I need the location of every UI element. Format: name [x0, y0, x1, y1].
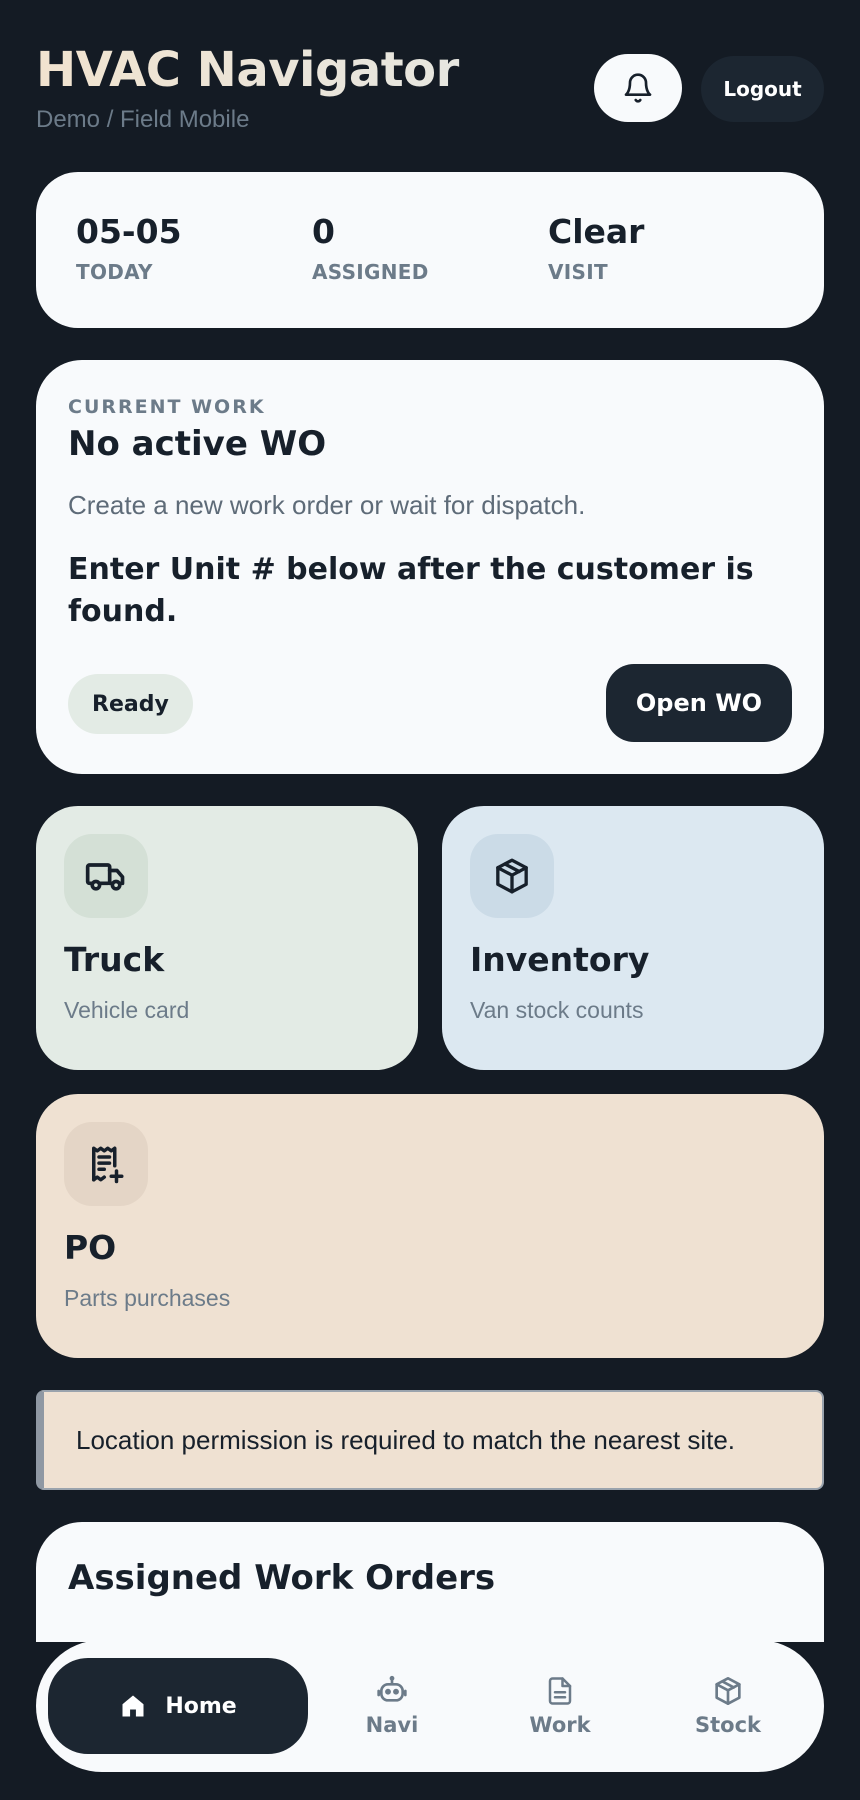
header: HVAC Navigator Demo / Field Mobile Logou…	[36, 40, 824, 140]
stat-value: Clear	[548, 212, 645, 251]
stat-label: TODAY	[76, 260, 153, 284]
stat-assigned: 0 ASSIGNED	[312, 212, 548, 328]
nav-stock-label: Stock	[694, 1713, 761, 1737]
po-tile[interactable]: PO Parts purchases	[36, 1094, 824, 1358]
current-work-note: Enter Unit # below after the customer is…	[68, 552, 754, 629]
tile-title: Inventory	[470, 940, 650, 979]
stat-label: VISIT	[548, 260, 608, 284]
current-work-title: No active WO	[68, 424, 327, 464]
home-icon	[122, 1695, 144, 1717]
current-work-card: CURRENT WORK No active WO Create a new w…	[36, 360, 824, 774]
nav-home-label: Home	[165, 1693, 237, 1719]
current-work-kicker: CURRENT WORK	[68, 396, 266, 418]
location-permission-banner: Location permission is required to match…	[36, 1390, 824, 1490]
inventory-tile[interactable]: Inventory Van stock counts	[442, 806, 824, 1070]
stat-value: 05-05	[76, 212, 182, 251]
tile-subtitle: Van stock counts	[470, 997, 644, 1023]
tile-icon-wrap	[64, 1122, 148, 1206]
box-icon	[496, 858, 528, 894]
assigned-title: Assigned Work Orders	[68, 1558, 496, 1598]
tile-icon-wrap	[64, 834, 148, 918]
notifications-button[interactable]	[594, 54, 682, 122]
tile-title: Truck	[64, 940, 165, 979]
stat-today: 05-05 TODAY	[76, 212, 312, 328]
current-work-description: Create a new work order or wait for disp…	[68, 490, 586, 520]
nav-work-label: Work	[529, 1713, 591, 1737]
app-subtitle: Demo / Field Mobile	[36, 106, 250, 133]
tile-title: PO	[64, 1228, 117, 1267]
app-root: HVAC Navigator Demo / Field Mobile Logou…	[0, 0, 860, 1800]
stat-value: 0	[312, 212, 335, 251]
nav-work[interactable]: Work	[476, 1658, 644, 1754]
truck-tile[interactable]: Truck Vehicle card	[36, 806, 418, 1070]
status-badge: Ready	[68, 674, 193, 734]
stats-card: 05-05 TODAY 0 ASSIGNED Clear VISIT	[36, 172, 824, 328]
tile-subtitle: Parts purchases	[64, 1285, 231, 1311]
logout-button[interactable]: Logout	[701, 56, 824, 122]
box-icon	[715, 1677, 741, 1705]
robot-icon	[377, 1675, 407, 1702]
assigned-work-orders-card: Assigned Work Orders	[36, 1522, 824, 1642]
nav-navi-label: Navi	[365, 1713, 419, 1737]
stat-visit: Clear VISIT	[548, 212, 784, 328]
bell-icon	[624, 73, 652, 103]
document-icon	[548, 1677, 572, 1705]
nav-navi[interactable]: Navi	[308, 1658, 476, 1754]
stat-label: ASSIGNED	[312, 260, 429, 284]
receipt-plus-icon	[92, 1146, 124, 1184]
nav-home[interactable]: Home	[48, 1658, 308, 1754]
tile-subtitle: Vehicle card	[64, 997, 190, 1023]
bottom-nav: Home Navi Work Stock	[36, 1640, 824, 1772]
truck-icon	[85, 863, 125, 891]
tile-icon-wrap	[470, 834, 554, 918]
nav-stock[interactable]: Stock	[644, 1658, 812, 1754]
open-wo-button[interactable]: Open WO	[606, 664, 792, 742]
